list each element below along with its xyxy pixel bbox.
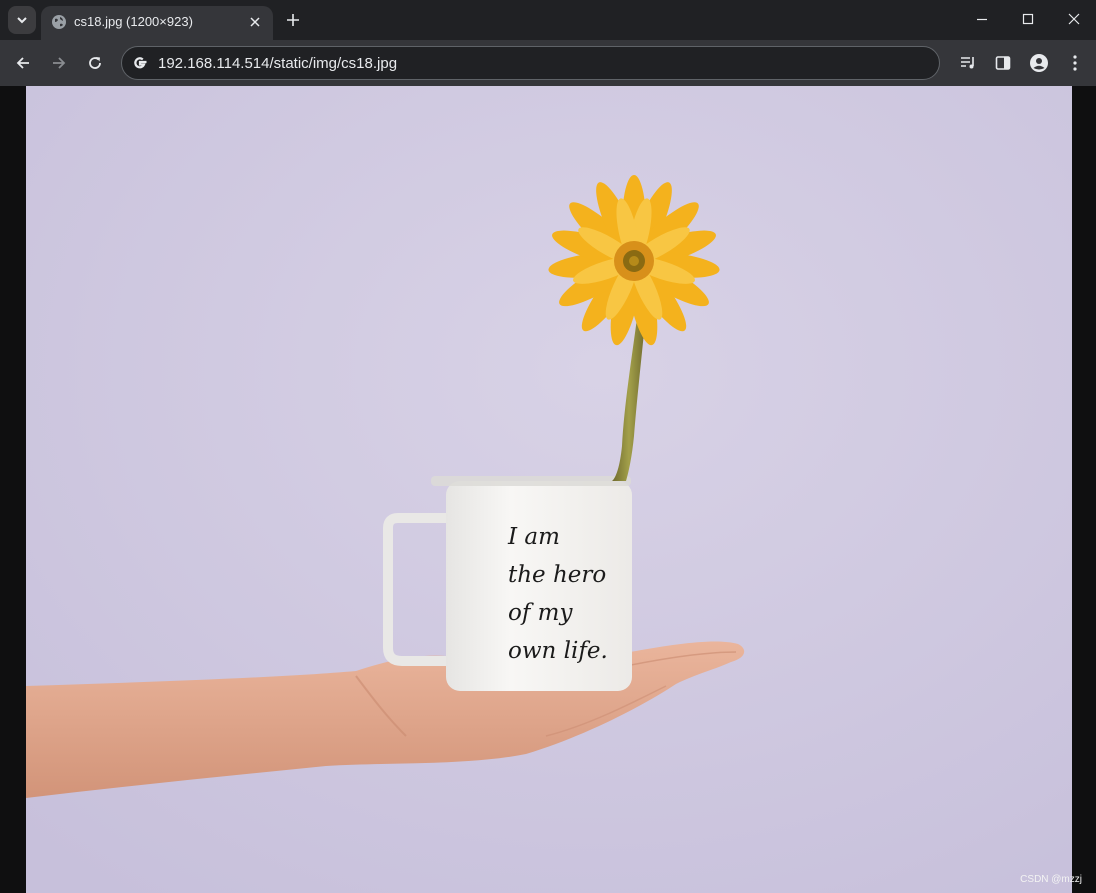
mug-quote-line: own life. bbox=[508, 638, 608, 664]
mug-quote-line: I am bbox=[508, 524, 560, 550]
address-bar[interactable]: 192.168.114.514/static/img/cs18.jpg bbox=[121, 46, 940, 80]
profile-avatar-icon[interactable] bbox=[1027, 51, 1051, 75]
minimize-icon[interactable] bbox=[967, 6, 997, 32]
mug-quote-line: the hero bbox=[508, 562, 607, 588]
watermark: CSDN @mzzj bbox=[1020, 874, 1082, 885]
maximize-icon[interactable] bbox=[1013, 6, 1043, 32]
mug-quote: I am the hero of my own life. bbox=[508, 518, 618, 670]
page-viewport: I am the hero of my own life. CSDN @mzzj bbox=[0, 86, 1096, 893]
tab-close-icon[interactable] bbox=[246, 13, 264, 31]
menu-kebab-icon[interactable] bbox=[1063, 51, 1087, 75]
new-tab-icon[interactable] bbox=[283, 10, 303, 30]
browser-toolbar: 192.168.114.514/static/img/cs18.jpg bbox=[0, 40, 1096, 86]
mug-lid bbox=[431, 476, 631, 486]
tab-strip: cs18.jpg (1200×923) bbox=[0, 0, 1096, 40]
forward-icon[interactable] bbox=[46, 50, 72, 76]
side-panel-icon[interactable] bbox=[991, 51, 1015, 75]
photo-illustration bbox=[26, 86, 1072, 893]
displayed-image: I am the hero of my own life. bbox=[26, 86, 1072, 893]
mug-quote-line: of my bbox=[508, 600, 573, 626]
globe-icon bbox=[52, 15, 66, 29]
reload-icon[interactable] bbox=[82, 50, 108, 76]
address-url: 192.168.114.514/static/img/cs18.jpg bbox=[158, 55, 398, 72]
tab-title: cs18.jpg (1200×923) bbox=[74, 14, 193, 29]
close-window-icon[interactable] bbox=[1059, 6, 1089, 32]
tab-search-button[interactable] bbox=[8, 6, 36, 34]
google-icon bbox=[134, 57, 147, 69]
chevron-down-icon bbox=[17, 17, 27, 24]
media-control-icon[interactable] bbox=[956, 51, 980, 75]
back-icon[interactable] bbox=[10, 50, 36, 76]
browser-tab[interactable]: cs18.jpg (1200×923) bbox=[41, 6, 273, 40]
